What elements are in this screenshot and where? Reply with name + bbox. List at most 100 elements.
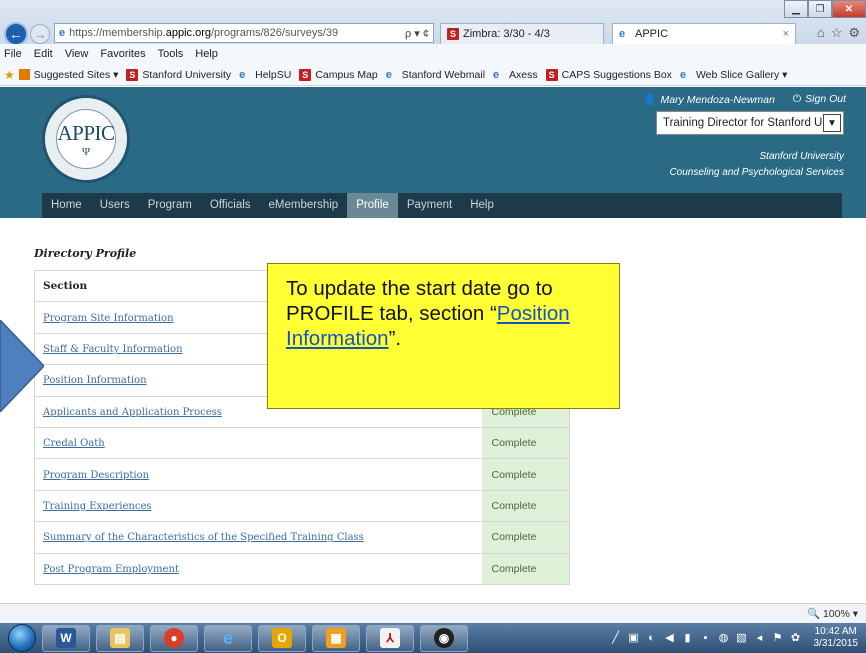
nav-home[interactable]: Home — [42, 193, 91, 218]
ie-icon: e — [222, 627, 233, 648]
stanford-icon: S — [545, 68, 558, 81]
fav-stanford-webmail[interactable]: e Stanford Webmail — [386, 69, 485, 81]
favorites-bar: ★ Suggested Sites ▾ S Stanford University… — [0, 64, 866, 86]
tab-zimbra[interactable]: S Zimbra: 3/30 - 4/3 — [440, 23, 604, 44]
section-link-training-class-summary[interactable]: Summary of the Characteristics of the Sp… — [43, 532, 364, 543]
forward-button[interactable]: → — [30, 24, 50, 44]
menu-edit[interactable]: Edit — [34, 48, 53, 60]
role-select[interactable]: Training Director for Stanford Ui ▼ — [656, 111, 844, 135]
update-icon[interactable]: ✿ — [790, 632, 802, 644]
taskbar-chrome[interactable]: ● — [150, 624, 198, 652]
fav-stanford-university[interactable]: S Stanford University — [126, 68, 231, 81]
office-icon[interactable]: ▪ — [700, 632, 712, 644]
table-row: Summary of the Characteristics of the Sp… — [34, 521, 570, 554]
section-link-program-site[interactable]: Program Site Information — [43, 313, 174, 324]
section-link-program-description[interactable]: Program Description — [43, 470, 149, 481]
home-icon[interactable]: ⌂ — [817, 25, 825, 41]
minimize-icon[interactable]: ▁ — [784, 0, 808, 18]
section-link-staff-faculty[interactable]: Staff & Faculty Information — [43, 344, 183, 355]
fav-axess[interactable]: e Axess — [493, 69, 538, 81]
ie-page-icon: e — [493, 68, 500, 81]
favorites-star-icon[interactable]: ☆ — [831, 25, 843, 41]
psi-icon: Ψ — [81, 145, 91, 158]
address-url[interactable]: https://membership.appic.org/programs/82… — [69, 27, 401, 39]
status-cell: Complete — [481, 426, 570, 459]
tab-appic[interactable]: e APPIC × — [612, 23, 796, 44]
clock-time: 10:42 AM — [814, 626, 857, 637]
org-line-1: Stanford University — [759, 151, 844, 162]
favorites-star-icon[interactable]: ★ — [4, 68, 15, 82]
fav-suggested-sites[interactable]: Suggested Sites ▾ — [18, 69, 118, 81]
close-tab-icon[interactable]: × — [783, 28, 789, 40]
close-window-icon[interactable]: ✕ — [832, 0, 866, 18]
app-icon: ▦ — [326, 628, 346, 648]
ie-page-icon: e — [385, 68, 392, 81]
clock-date: 3/31/2015 — [813, 638, 859, 649]
menu-favorites[interactable]: Favorites — [100, 48, 145, 60]
arrow-right-icon: → — [33, 26, 47, 42]
taskbar-outlook[interactable]: O — [258, 624, 306, 652]
taskbar-internet-explorer[interactable]: e — [204, 624, 252, 652]
taskbar-file-explorer[interactable]: ▤ — [96, 624, 144, 652]
status-cell: Complete — [481, 521, 570, 554]
display-icon[interactable]: ▧ — [736, 632, 748, 644]
site-header: APPIC Ψ 👤 Mary Mendoza-Newman ⏻ Sign Out T… — [0, 87, 866, 218]
user-name-link[interactable]: 👤 Mary Mendoza-Newman — [643, 93, 774, 106]
security-icon[interactable]: ◍ — [718, 632, 730, 644]
volume-icon[interactable]: ◀ — [664, 632, 676, 644]
pen-icon[interactable]: ╱ — [610, 632, 622, 644]
appic-logo[interactable]: APPIC Ψ — [42, 95, 130, 183]
nav-help[interactable]: Help — [461, 193, 503, 218]
nav-emembership[interactable]: eMembership — [260, 193, 348, 218]
organization-name: Stanford University Counseling and Psych… — [669, 149, 844, 181]
nav-profile[interactable]: Profile — [347, 193, 398, 218]
audio-icon: ◉ — [434, 628, 454, 648]
taskbar-adobe-reader[interactable]: ⅄ — [366, 624, 414, 652]
zoom-control[interactable]: 🔍 100% ▾ — [807, 607, 858, 620]
fav-helpsu[interactable]: e HelpSU — [239, 69, 291, 81]
fav-campus-map[interactable]: S Campus Map — [299, 68, 378, 81]
sync-icon[interactable]: ◐ — [646, 632, 658, 644]
section-link-applicants[interactable]: Applicants and Application Process — [43, 407, 222, 418]
section-cell: Training Experiences — [34, 489, 482, 522]
role-selected-value: Training Director for Stanford Ui — [663, 117, 823, 129]
fav-web-slice-gallery[interactable]: e Web Slice Gallery ▾ — [680, 69, 787, 81]
user-bar: 👤 Mary Mendoza-Newman ⏻ Sign Out — [643, 93, 846, 106]
nav-users[interactable]: Users — [91, 193, 139, 218]
taskbar-stanford-app[interactable]: ▦ — [312, 624, 360, 652]
fav-caps-suggestions-box[interactable]: S CAPS Suggestions Box — [545, 68, 672, 81]
section-link-post-program-employment[interactable]: Post Program Employment — [43, 564, 179, 575]
gear-icon[interactable]: ⚙ — [848, 25, 860, 41]
start-button[interactable] — [8, 624, 36, 652]
chevron-down-icon[interactable]: ▼ — [823, 114, 841, 132]
section-cell: Program Description — [34, 458, 482, 491]
nav-officials[interactable]: Officials — [201, 193, 260, 218]
address-controls[interactable]: ρ ▾ ¢ — [405, 27, 429, 40]
flag-icon[interactable]: ⚑ — [772, 632, 784, 644]
section-link-position-information[interactable]: Position Information — [43, 375, 147, 386]
back-button[interactable]: ← — [4, 22, 28, 46]
sign-out-link[interactable]: ⏻ Sign Out — [793, 93, 846, 106]
taskbar-audio-app[interactable]: ◉ — [420, 624, 468, 652]
network-icon[interactable]: ▣ — [628, 632, 640, 644]
section-link-training-experiences[interactable]: Training Experiences — [43, 501, 152, 512]
power-icon: ⏻ — [792, 93, 802, 105]
menu-tools[interactable]: Tools — [158, 48, 184, 60]
taskbar-clock[interactable]: 10:42 AM 3/31/2015 — [814, 626, 859, 650]
nav-program[interactable]: Program — [139, 193, 201, 218]
menu-view[interactable]: View — [65, 48, 89, 60]
battery-icon[interactable]: ▮ — [682, 632, 694, 644]
stanford-icon: S — [299, 68, 312, 81]
menu-help[interactable]: Help — [195, 48, 218, 60]
ie-page-icon: e — [239, 68, 246, 81]
speaker-icon[interactable]: ◂ — [754, 632, 766, 644]
address-bar[interactable]: e https://membership.appic.org/programs/… — [54, 23, 434, 43]
browser-toolbar-icons: ⌂ ☆ ⚙ — [817, 25, 860, 41]
taskbar-word[interactable]: W — [42, 624, 90, 652]
nav-payment[interactable]: Payment — [398, 193, 461, 218]
section-link-credal-oath[interactable]: Credal Oath — [43, 438, 105, 449]
menu-file[interactable]: File — [4, 48, 22, 60]
menu-bar: File Edit View Favorites Tools Help — [0, 44, 866, 64]
table-row: Post Program Employment Complete — [34, 552, 570, 585]
restore-icon[interactable]: ❐ — [808, 0, 832, 18]
